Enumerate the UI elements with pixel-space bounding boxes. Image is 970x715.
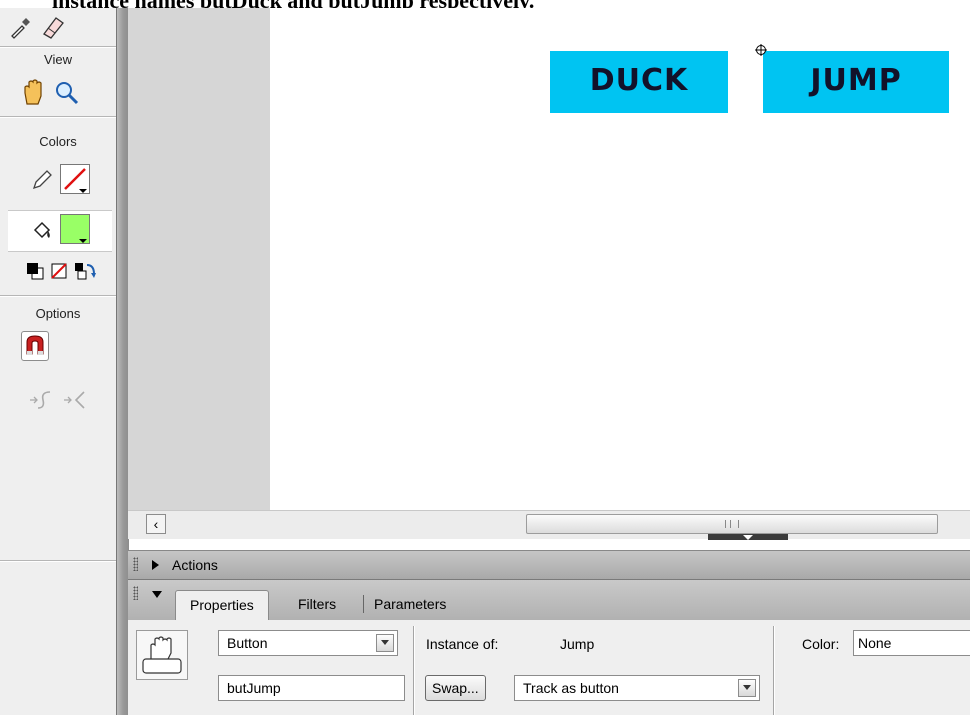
color-label: Color: — [802, 636, 840, 652]
no-color-button-icon[interactable] — [50, 262, 68, 280]
hand-icon[interactable] — [20, 78, 46, 106]
expand-arrow-icon[interactable] — [152, 560, 159, 570]
chevron-down-icon[interactable] — [738, 679, 756, 697]
stroke-color-swatch[interactable] — [60, 164, 90, 194]
scroll-left-button[interactable]: ‹ — [146, 514, 166, 534]
snap-to-objects-button[interactable] — [21, 331, 49, 361]
panel-grip-icon — [133, 586, 138, 600]
colors-label: Colors — [39, 134, 77, 149]
swap-colors-icon[interactable] — [74, 262, 96, 280]
scroll-thumb[interactable] — [526, 514, 938, 534]
properties-panel-body: Button butJump Instance of: Jump Swap...… — [128, 620, 970, 715]
smooth-icon[interactable] — [28, 388, 58, 412]
panel-divider — [773, 626, 775, 715]
fill-color-swatch[interactable] — [60, 214, 90, 244]
tab-filters[interactable]: Filters — [298, 594, 336, 614]
black-white-icon[interactable] — [26, 262, 44, 280]
options-label: Options — [35, 306, 81, 321]
tab-parameters[interactable]: Parameters — [374, 594, 446, 614]
zoom-icon[interactable] — [54, 80, 80, 106]
view-label: View — [44, 52, 72, 67]
color-effect-value: None — [858, 635, 892, 651]
jump-button-symbol[interactable]: JUMP — [763, 51, 949, 113]
eyedropper-icon[interactable] — [8, 16, 32, 40]
eraser-icon[interactable] — [38, 14, 66, 40]
straighten-icon[interactable] — [62, 388, 92, 412]
chevron-down-icon — [79, 239, 87, 243]
panel-grip-icon — [133, 557, 138, 571]
horizontal-scrollbar[interactable]: ‹ — [128, 510, 970, 540]
stage[interactable]: DUCK JUMP — [270, 8, 970, 510]
actions-panel-header[interactable]: Actions — [128, 550, 970, 580]
tracking-value: Track as button — [523, 680, 619, 696]
caption-text: instance names butDuck and butJump respe… — [52, 0, 534, 8]
properties-panel-header: Properties Filters Parameters — [128, 580, 970, 621]
chevron-down-icon[interactable] — [376, 634, 394, 652]
button-symbol-icon — [136, 630, 188, 680]
instance-of-value: Jump — [560, 636, 595, 652]
duck-button-symbol[interactable]: DUCK — [550, 51, 728, 113]
no-color-icon — [64, 168, 87, 193]
pencil-icon — [32, 170, 52, 190]
stage-area: DUCK JUMP — [128, 8, 970, 510]
collapse-arrow-icon[interactable] — [152, 591, 162, 598]
actions-label: Actions — [172, 557, 218, 573]
symbol-behavior-value: Button — [227, 635, 268, 651]
document-caption: instance names butDuck and butJump respe… — [0, 0, 970, 8]
tab-divider — [363, 595, 364, 613]
panel-collapse-handle[interactable] — [708, 534, 788, 540]
registration-point-icon — [755, 44, 767, 56]
snap-magnet-icon — [26, 335, 44, 355]
panel-divider — [413, 626, 415, 715]
color-effect-select[interactable]: None — [853, 630, 970, 656]
tab-properties[interactable]: Properties — [175, 590, 269, 621]
scroll-grip-icon — [725, 520, 739, 528]
instance-of-label: Instance of: — [426, 636, 499, 652]
tools-panel: View Colors Options — [0, 8, 117, 715]
symbol-behavior-select[interactable]: Button — [218, 630, 398, 656]
instance-name-input[interactable]: butJump — [218, 675, 405, 701]
paint-bucket-icon — [33, 221, 51, 239]
instance-name-value: butJump — [227, 680, 281, 696]
tracking-select[interactable]: Track as button — [514, 675, 760, 701]
swap-button[interactable]: Swap... — [425, 675, 486, 701]
